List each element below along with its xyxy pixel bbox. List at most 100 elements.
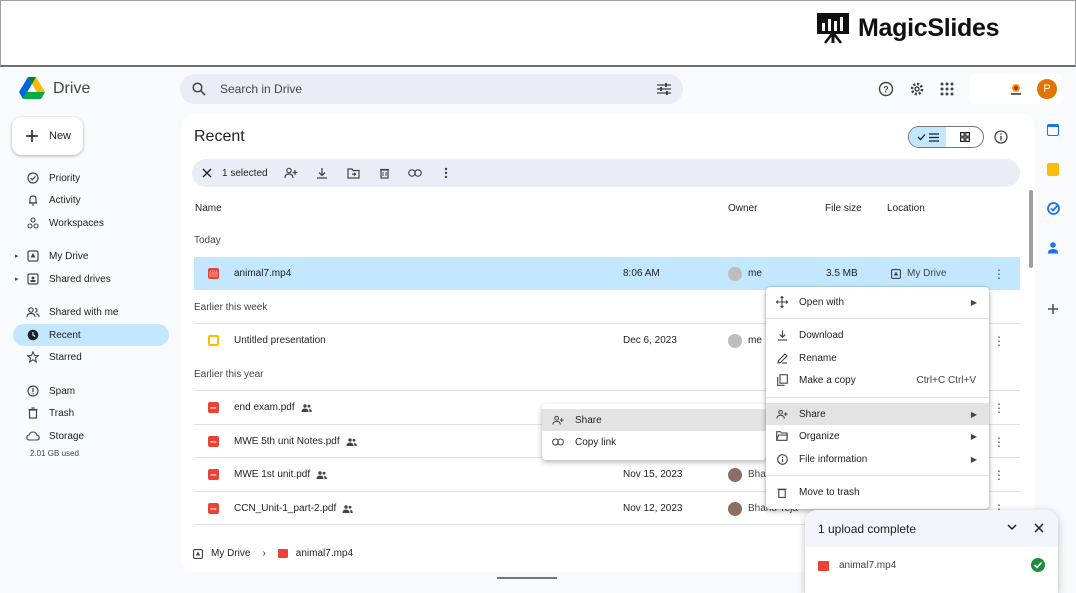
video-file-icon [208,268,219,279]
scrollbar[interactable] [1029,190,1033,268]
file-name: animal7.mp4 [234,268,292,279]
menu-label: Open with [799,296,845,308]
sidebar-item-label: My Drive [49,250,89,262]
expand-caret-icon[interactable]: ▸ [15,275,19,283]
sidebar-item-activity[interactable]: Activity [13,189,169,211]
close-icon[interactable] [1034,523,1044,533]
sidebar-item-my-drive[interactable]: ▸ My Drive [13,245,169,267]
download-icon [777,330,787,341]
owner-avatar [728,501,742,516]
tasks-icon[interactable] [1047,202,1060,218]
list-view-button[interactable] [909,127,946,147]
submenu-arrow-icon: ▶ [970,431,977,441]
menu-open-with[interactable]: Open with ▶ [766,291,989,313]
account-area[interactable]: P [969,74,1063,104]
column-header-file-size[interactable]: File size [825,203,862,214]
search-bar[interactable]: Search in Drive [180,74,683,104]
row-more-icon[interactable]: ⋮ [993,257,1005,290]
row-more-icon[interactable]: ⋮ [993,458,1005,491]
file-name: end exam.pdf [234,402,295,413]
breadcrumb-root[interactable]: My Drive [211,548,250,559]
file-name: CCN_Unit-1_part-2.pdf [234,503,337,514]
search-icon[interactable] [192,82,206,96]
sidebar-item-trash[interactable]: Trash [13,402,169,424]
menu-divider [766,475,989,476]
link-icon [552,438,564,446]
chevron-right-icon: › [262,548,266,559]
share-add-person-icon[interactable] [276,159,307,187]
drive-logo[interactable]: Drive [19,77,90,100]
menu-make-copy[interactable]: Make a copy Ctrl+C Ctrl+V [766,369,989,391]
sidebar-item-priority[interactable]: Priority [13,167,169,189]
move-to-folder-icon[interactable] [338,159,369,187]
upload-file-name: animal7.mp4 [839,560,897,571]
cloud-icon [26,431,40,441]
download-icon[interactable] [307,159,338,187]
sidebar-item-starred[interactable]: Starred [13,346,169,368]
profile-avatar[interactable]: P [1037,79,1057,99]
contacts-icon[interactable] [1047,241,1059,257]
keep-icon[interactable] [1047,163,1059,176]
column-header-owner[interactable]: Owner [728,203,757,214]
add-person-icon [776,409,788,419]
magicslides-brand: MagicSlides [816,12,1000,44]
new-button[interactable]: New [12,117,83,155]
plus-icon [26,130,38,142]
file-date: Nov 15, 2023 [623,469,683,480]
submenu-copy-link[interactable]: Copy link [542,431,766,453]
upload-panel: 1 upload complete animal7.mp4 [805,510,1058,593]
clear-selection-icon[interactable] [200,159,214,187]
row-more-icon[interactable]: ⋮ [993,391,1005,424]
menu-label: Rename [799,352,837,364]
menu-file-information[interactable]: File information ▶ [766,448,989,470]
upload-item[interactable]: animal7.mp4 [818,560,896,571]
sidebar-item-label: Recent [49,329,81,341]
sidebar-item-shared-with-me[interactable]: Shared with me [13,301,169,323]
submenu-share[interactable]: Share [542,409,766,431]
add-addon-plus-icon[interactable] [1047,303,1059,318]
sidebar-item-storage[interactable]: Storage [13,425,169,447]
video-file-icon [277,549,288,558]
menu-label: Organize [799,430,840,442]
table-row[interactable]: animal7.mp4 8:06 AM me 3.5 MB My Drive ⋮ [194,257,1020,290]
column-header-location[interactable]: Location [887,203,925,214]
selected-count: 1 selected [222,167,268,179]
row-more-icon[interactable]: ⋮ [993,324,1005,357]
row-more-icon[interactable]: ⋮ [993,425,1005,458]
file-context-menu: Open with ▶ Download Rename Make a copy … [766,287,989,509]
menu-label: Move to trash [799,486,860,498]
sidebar-item-workspaces[interactable]: Workspaces [13,212,169,234]
open-with-icon [776,296,788,308]
search-options-icon[interactable] [657,83,671,95]
copy-link-icon[interactable] [400,159,431,187]
grid-view-button[interactable] [946,127,983,147]
search-input[interactable]: Search in Drive [220,82,657,96]
more-actions-icon[interactable] [431,159,462,187]
info-icon[interactable] [994,130,1008,147]
sidebar-item-spam[interactable]: Spam [13,380,169,402]
menu-move-to-trash[interactable]: Move to trash [766,481,989,503]
sidebar-item-shared-drives[interactable]: ▸ Shared drives [13,268,169,290]
my-drive-icon [27,250,39,262]
breadcrumb-file[interactable]: animal7.mp4 [296,548,353,559]
column-header-name[interactable]: Name [195,203,222,214]
view-toggle[interactable] [908,126,984,148]
shared-people-icon [342,504,354,513]
file-date: Nov 12, 2023 [623,503,683,514]
menu-share[interactable]: Share ▶ [766,403,989,425]
apps-grid-icon[interactable] [940,82,954,99]
settings-gear-icon[interactable] [909,81,925,100]
shared-people-icon [301,403,312,412]
sidebar-item-label: Priority [49,172,81,184]
sidebar-item-recent[interactable]: Recent [13,324,169,346]
trash-icon [28,407,38,419]
menu-download[interactable]: Download [766,324,989,346]
priority-check-icon [27,172,39,184]
calendar-icon[interactable] [1047,124,1059,136]
menu-rename[interactable]: Rename [766,347,989,369]
help-icon[interactable]: ? [878,81,894,100]
chevron-down-icon[interactable] [1007,524,1017,531]
expand-caret-icon[interactable]: ▸ [15,252,19,260]
delete-icon[interactable] [369,159,400,187]
menu-organize[interactable]: Organize ▶ [766,425,989,447]
